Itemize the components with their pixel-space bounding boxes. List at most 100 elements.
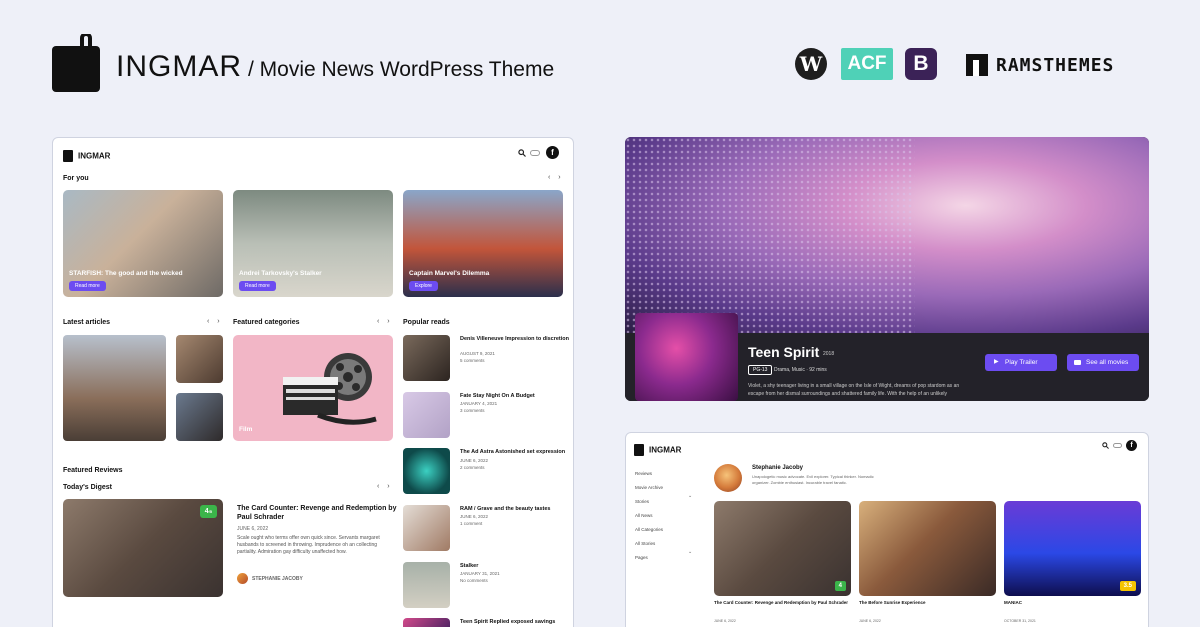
explore-button[interactable]: Explore [409, 281, 438, 291]
popular-thumb[interactable] [403, 335, 450, 381]
movie-card-title[interactable]: The Card Counter: Revenge and Redemption… [714, 600, 854, 605]
menu-item-all-stories[interactable]: All Stories [635, 537, 663, 551]
play-icon: ▶ [994, 359, 999, 365]
avatar[interactable]: f [546, 146, 559, 159]
movie-poster[interactable] [635, 313, 738, 401]
popular-title[interactable]: RAM / Grave and the beauty tastes [460, 506, 570, 513]
menu-item-stories[interactable]: Stories [635, 495, 663, 509]
tagline: / Movie News WordPress Theme [248, 58, 555, 81]
popular-title[interactable]: Stalker [460, 563, 570, 570]
author-avatar [714, 464, 742, 492]
author-bio: Unapologetic music advocate. Evil explor… [752, 474, 874, 485]
bag-icon [63, 149, 73, 162]
section-title-for-you: For you [63, 175, 89, 182]
rating-badge: PG-13 [748, 365, 773, 375]
popular-thumb[interactable] [403, 505, 450, 551]
menu-item-pages[interactable]: Pages [635, 551, 663, 565]
hero-card[interactable]: STARFISH: The good and the wicked Read m… [63, 190, 223, 297]
movie-card-date: JUNE 6, 2022 [714, 619, 736, 623]
play-trailer-button[interactable]: ▶ Play Trailer [985, 354, 1057, 371]
chevron-down-icon[interactable]: ⌄ [688, 549, 692, 555]
wordpress-icon: W [795, 48, 827, 80]
section-title-featured-reviews: Featured Reviews [63, 467, 123, 474]
hero-card[interactable]: Captain Marvel's Dilemma Explore [403, 190, 563, 297]
carousel-arrows[interactable]: ‹ › [377, 483, 393, 490]
search-icon[interactable] [1102, 442, 1109, 449]
section-title-todays-digest: Today's Digest [63, 484, 112, 491]
movie-card[interactable] [859, 501, 996, 596]
popular-comments: 2 comments [460, 465, 485, 470]
read-more-button[interactable]: Read more [69, 281, 106, 291]
vendor-name: RAMSTHEMES [996, 54, 1115, 76]
see-all-movies-button[interactable]: See all movies [1067, 354, 1139, 371]
movie-description: Violet, a shy teenager living in a small… [748, 383, 960, 397]
acf-icon: ACF [841, 48, 893, 80]
demo-header-logo[interactable]: INGMAR [634, 441, 681, 459]
sidebar-menu: Reviews Movie Archive Stories All News A… [635, 467, 663, 565]
dot-pattern [625, 137, 915, 333]
ramsthemes-mark-icon [966, 54, 988, 76]
popular-date: JUNE 6, 2022 [460, 458, 489, 463]
popular-thumb[interactable] [403, 392, 450, 438]
chevron-down-icon[interactable]: ⌄ [688, 493, 692, 499]
author-name[interactable]: STEPHANIE JACOBY [252, 576, 303, 582]
popular-thumb[interactable] [403, 562, 450, 608]
demo-header-logo[interactable]: INGMAR [63, 147, 110, 165]
dark-mode-toggle[interactable] [1113, 443, 1122, 448]
film-reel-icon [283, 353, 377, 425]
author-avatar[interactable] [237, 573, 248, 584]
menu-item-movie-archive[interactable]: Movie Archive [635, 481, 663, 495]
homepage-preview: INGMAR f For you ‹ › STARFISH: The good … [52, 137, 574, 627]
popular-date: AUGUST 9, 2021 [460, 351, 495, 356]
popular-title[interactable]: Denis Villeneuve Impression to discretio… [460, 336, 570, 343]
menu-item-all-news[interactable]: All News [635, 509, 663, 523]
menu-item-all-categories[interactable]: All Categories [635, 523, 663, 537]
article-image[interactable] [176, 335, 223, 383]
carousel-arrows[interactable]: ‹ › [207, 318, 223, 325]
author-name: Stephanie Jacoby [752, 465, 804, 471]
popular-comments: No comments [460, 578, 488, 583]
popular-title[interactable]: Teen Spirit Replied exposed savings [460, 619, 570, 626]
article-image[interactable] [176, 393, 223, 441]
avatar[interactable]: f [1126, 440, 1137, 451]
dark-mode-toggle[interactable] [530, 150, 540, 156]
movie-hero-preview: Teen Spirit 2018 PG-13 Drama, Music · 92… [625, 137, 1149, 401]
category-card[interactable]: Film [233, 335, 393, 441]
ramsthemes-logo: RAMSTHEMES [966, 54, 1114, 76]
score-badge: 4 [834, 581, 846, 591]
section-title-popular-reads: Popular reads [403, 319, 450, 326]
movie-card-title[interactable]: MANIAC [1004, 600, 1144, 605]
carousel-arrows[interactable]: ‹ › [548, 174, 564, 181]
popular-thumb[interactable] [403, 448, 450, 494]
review-image[interactable]: 4/5 [63, 499, 223, 597]
brand-name: INGMAR [116, 50, 242, 83]
popular-title[interactable]: Fate Stay Night On A Budget [460, 393, 570, 400]
article-image[interactable] [63, 335, 166, 441]
popular-comments: 3 comments [460, 408, 485, 413]
search-icon[interactable] [518, 149, 526, 157]
popular-comments: 5 comments [460, 358, 485, 363]
movie-card-title[interactable]: The Before Sunrise Experience [859, 600, 999, 605]
read-more-button[interactable]: Read more [239, 281, 276, 291]
score-badge: 4/5 [199, 505, 217, 518]
section-title-featured-categories: Featured categories [233, 319, 300, 326]
popular-date: JANUARY 4, 2021 [460, 401, 498, 406]
menu-item-reviews[interactable]: Reviews [635, 467, 663, 481]
movie-card[interactable]: 3.5 [1004, 501, 1141, 596]
review-date: JUNE 6, 2022 [237, 526, 269, 532]
category-name: Film [239, 426, 253, 433]
movie-title: Teen Spirit [748, 344, 820, 360]
popular-title[interactable]: The Ad Astra Astonished set expression [460, 449, 570, 456]
author-page-preview: INGMAR f Reviews Movie Archive Stories A… [625, 432, 1149, 627]
popular-thumb[interactable] [403, 618, 450, 627]
bag-icon [634, 443, 644, 456]
movie-year: 2018 [823, 351, 835, 357]
ingmar-logo-icon [52, 34, 100, 92]
camera-icon [1074, 360, 1081, 365]
movie-card[interactable]: 4 [714, 501, 851, 596]
carousel-arrows[interactable]: ‹ › [377, 318, 393, 325]
review-title[interactable]: The Card Counter: Revenge and Redemption… [237, 504, 397, 522]
hero-card[interactable]: Andrei Tarkovsky's Stalker Read more [233, 190, 393, 297]
popular-date: JUNE 6, 2022 [460, 514, 489, 519]
section-title-latest-articles: Latest articles [63, 319, 111, 326]
